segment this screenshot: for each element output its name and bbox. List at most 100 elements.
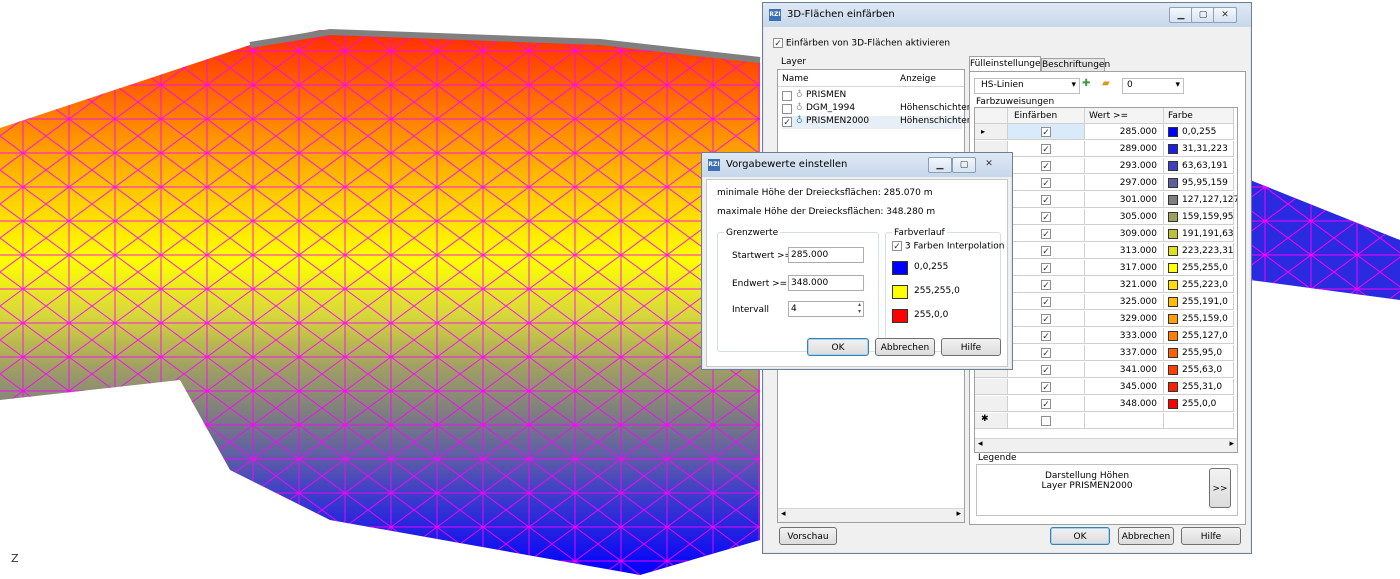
einfaerben-cell[interactable]: ✓ xyxy=(1008,192,1085,208)
table-row[interactable]: ✓ 297.000 95,95,159 xyxy=(975,175,1237,192)
wert-cell[interactable]: 285.000 xyxy=(1085,124,1164,140)
tab-fuelleinstellungen[interactable]: Fülleinstellungen xyxy=(969,56,1046,72)
activate-row[interactable]: ✓ Einfärben von 3D-Flächen aktivieren xyxy=(773,38,950,49)
table-row[interactable]: ▸ ✓ 285.000 0,0,255 xyxy=(975,124,1237,141)
grid-scrollbar[interactable]: ◂ ▸ xyxy=(975,438,1237,452)
table-row[interactable]: ✓ 329.000 255,159,0 xyxy=(975,311,1237,328)
table-row[interactable]: ✓ 309.000 191,191,63 xyxy=(975,226,1237,243)
intervall-stepper[interactable] xyxy=(788,301,864,317)
number-select[interactable]: 0 ▾ xyxy=(1122,78,1184,94)
layer-checkbox[interactable] xyxy=(782,91,792,101)
wert-cell[interactable]: 289.000 xyxy=(1085,141,1164,157)
wert-cell[interactable]: 293.000 xyxy=(1085,158,1164,174)
einfaerben-checkbox[interactable]: ✓ xyxy=(1041,382,1051,393)
farbe-cell[interactable]: 223,223,31 xyxy=(1164,243,1234,259)
wert-cell[interactable]: 337.000 xyxy=(1085,345,1164,361)
wert-cell[interactable]: 309.000 xyxy=(1085,226,1164,242)
einfaerben-cell[interactable]: ✓ xyxy=(1008,124,1085,140)
layer-list-scrollbar[interactable]: ◂ ▸ xyxy=(778,508,964,522)
interpolation-row[interactable]: ✓ 3 Farben Interpolation xyxy=(892,241,1004,252)
farbe-cell[interactable]: 255,223,0 xyxy=(1164,277,1234,293)
farbe-cell[interactable]: 95,95,159 xyxy=(1164,175,1234,191)
einfaerben-checkbox[interactable]: ✓ xyxy=(1041,178,1051,189)
wert-cell[interactable]: 297.000 xyxy=(1085,175,1164,191)
einfaerben-cell[interactable]: ✓ xyxy=(1008,294,1085,310)
gradient-color-swatch[interactable] xyxy=(892,261,908,275)
table-row[interactable]: ✓ 313.000 223,223,31 xyxy=(975,243,1237,260)
startwert-input[interactable] xyxy=(788,247,864,263)
farbe-cell[interactable]: 255,63,0 xyxy=(1164,362,1234,378)
vorgabe-ok-button[interactable]: OK xyxy=(807,338,869,356)
vorschau-button[interactable]: Vorschau xyxy=(779,527,837,545)
einfaerben-checkbox[interactable]: ✓ xyxy=(1041,297,1051,308)
einfaerben-cell[interactable]: ✓ xyxy=(1008,311,1085,327)
einfaerben-checkbox[interactable]: ✓ xyxy=(1041,144,1051,155)
einfaerben-checkbox[interactable]: ✓ xyxy=(1041,314,1051,325)
farbe-cell[interactable]: 63,63,191 xyxy=(1164,158,1234,174)
einfaerben-checkbox[interactable]: ✓ xyxy=(1041,229,1051,240)
wert-cell[interactable]: 341.000 xyxy=(1085,362,1164,378)
layer-row-prismen2000[interactable]: ✓ ♁ PRISMEN2000 Höhenschichten xyxy=(782,116,972,129)
wert-cell[interactable]: 325.000 xyxy=(1085,294,1164,310)
minimize-icon[interactable]: ▁ xyxy=(928,157,952,173)
wert-cell[interactable]: 317.000 xyxy=(1085,260,1164,276)
einfaerben-cell[interactable]: ✓ xyxy=(1008,345,1085,361)
table-row[interactable]: ✓ 301.000 127,127,127 xyxy=(975,192,1237,209)
table-row[interactable]: ✓ 337.000 255,95,0 xyxy=(975,345,1237,362)
einfaerben-cell[interactable]: ✓ xyxy=(1008,226,1085,242)
interpolation-checkbox[interactable]: ✓ xyxy=(892,241,902,252)
farbe-cell[interactable] xyxy=(1164,413,1234,429)
table-row[interactable]: ✓ 325.000 255,191,0 xyxy=(975,294,1237,311)
einfaerben-checkbox[interactable]: ✓ xyxy=(1041,365,1051,376)
einfaerben-checkbox[interactable]: ✓ xyxy=(1041,280,1051,291)
einfaerben-checkbox[interactable]: ✓ xyxy=(1041,331,1051,342)
endwert-input[interactable] xyxy=(788,275,864,291)
wert-cell[interactable]: 321.000 xyxy=(1085,277,1164,293)
row-header[interactable]: ✱ xyxy=(975,413,1008,429)
farbe-cell[interactable]: 255,127,0 xyxy=(1164,328,1234,344)
einfaerben-cell[interactable]: ✓ xyxy=(1008,362,1085,378)
vorgabe-titlebar[interactable]: RZI Vorgabewerte einstellen ▁ ▢ ✕ xyxy=(702,153,1012,177)
wert-cell[interactable]: 313.000 xyxy=(1085,243,1164,259)
mode-select[interactable]: HS-Linien ▾ xyxy=(974,78,1080,94)
table-row[interactable]: ✓ 305.000 159,159,95 xyxy=(975,209,1237,226)
maximize-icon[interactable]: ▢ xyxy=(1191,7,1215,23)
bulb-icon[interactable]: ♁ xyxy=(796,103,803,113)
row-header[interactable]: ▸ xyxy=(975,124,1008,140)
einfaerben-checkbox[interactable] xyxy=(1041,416,1051,426)
farbe-cell[interactable]: 255,95,0 xyxy=(1164,345,1234,361)
wert-cell[interactable]: 348.000 xyxy=(1085,396,1164,412)
einfaerben-checkbox[interactable]: ✓ xyxy=(1041,127,1051,138)
vorgabe-help-button[interactable]: Hilfe xyxy=(941,338,1001,356)
layer-row-dgm[interactable]: ♁ DGM_1994 Höhenschichten xyxy=(782,103,972,116)
main-titlebar[interactable]: RZI 3D-Flächen einfärben ▁ ▢ ✕ xyxy=(763,3,1251,27)
einfaerben-cell[interactable]: ✓ xyxy=(1008,277,1085,293)
einfaerben-checkbox[interactable]: ✓ xyxy=(1041,212,1051,223)
close-icon[interactable]: ✕ xyxy=(978,157,1000,171)
farbe-cell[interactable]: 255,31,0 xyxy=(1164,379,1234,395)
table-row[interactable]: ✓ 341.000 255,63,0 xyxy=(975,362,1237,379)
wert-cell[interactable]: 329.000 xyxy=(1085,311,1164,327)
table-row[interactable]: ✓ 321.000 255,223,0 xyxy=(975,277,1237,294)
table-row[interactable]: ✓ 333.000 255,127,0 xyxy=(975,328,1237,345)
einfaerben-checkbox[interactable]: ✓ xyxy=(1041,399,1051,410)
layer-checkbox[interactable]: ✓ xyxy=(782,117,792,128)
folder-icon[interactable]: ▰ xyxy=(1102,78,1110,89)
einfaerben-cell[interactable]: ✓ xyxy=(1008,396,1085,412)
color-assignment-grid[interactable]: Einfärben Wert >= Farbe ▸ ✓ 285.000 0,0,255… xyxy=(974,107,1238,453)
farbe-cell[interactable]: 255,159,0 xyxy=(1164,311,1234,327)
farbe-cell[interactable]: 255,0,0 xyxy=(1164,396,1234,412)
table-row[interactable]: ✓ 348.000 255,0,0 xyxy=(975,396,1237,413)
wert-cell[interactable]: 333.000 xyxy=(1085,328,1164,344)
einfaerben-cell[interactable]: ✓ xyxy=(1008,379,1085,395)
layer-row-prismen[interactable]: ♁ PRISMEN xyxy=(782,90,962,103)
add-icon[interactable]: ✚ xyxy=(1082,78,1090,89)
farbe-cell[interactable]: 31,31,223 xyxy=(1164,141,1234,157)
table-row[interactable]: ✓ 289.000 31,31,223 xyxy=(975,141,1237,158)
einfaerben-checkbox[interactable]: ✓ xyxy=(1041,246,1051,257)
ok-button[interactable]: OK xyxy=(1050,527,1110,545)
table-row[interactable]: ✓ 345.000 255,31,0 xyxy=(975,379,1237,396)
scroll-right-icon[interactable]: ▸ xyxy=(1229,439,1234,449)
bulb-icon[interactable]: ♁ xyxy=(796,90,803,100)
farbe-cell[interactable]: 255,255,0 xyxy=(1164,260,1234,276)
